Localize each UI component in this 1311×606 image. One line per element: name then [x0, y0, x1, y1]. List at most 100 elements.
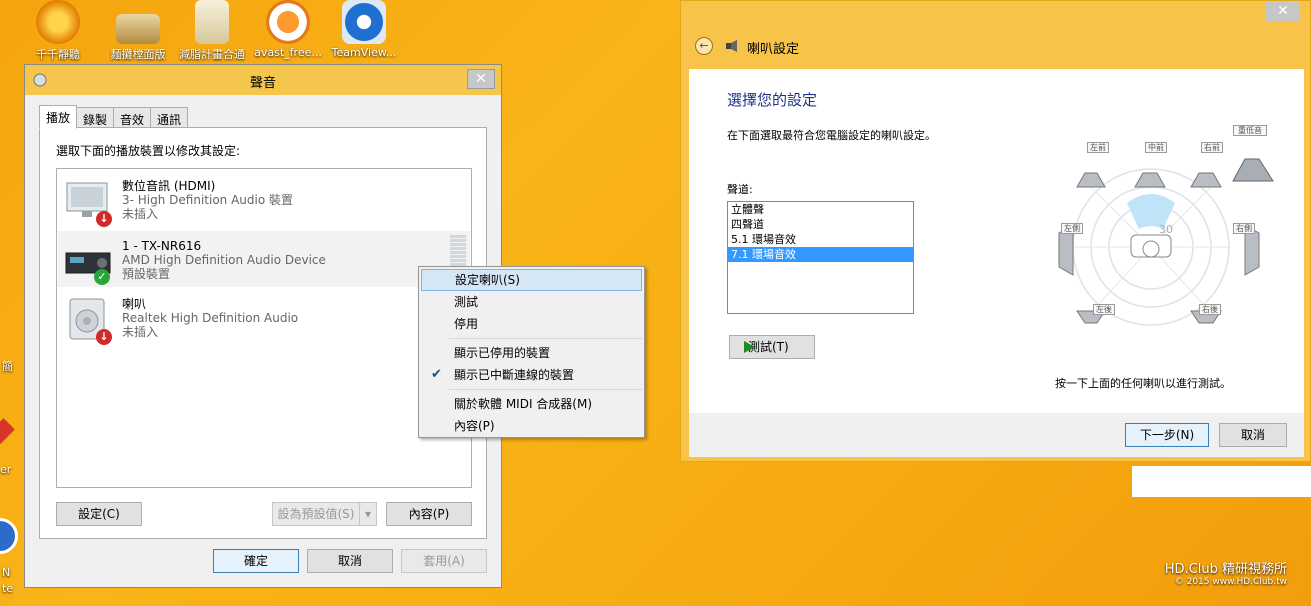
device-status: 預設裝置 [122, 267, 171, 281]
speaker-subwoofer[interactable]: 重低音 [1233, 125, 1267, 136]
device-item-speakers[interactable]: ↓ 喇叭 Realtek High Definition Audio 未插入 [58, 289, 470, 345]
watermark-line1: HD.Club 精研視務所 [1164, 562, 1287, 577]
device-name: 喇叭 [122, 297, 147, 311]
speaker-center[interactable]: 中前 [1145, 142, 1167, 153]
page-heading: 選擇您的設定 [727, 91, 818, 109]
device-status: 未插入 [122, 325, 159, 339]
menu-item-midi-about[interactable]: 關於軟體 MIDI 合成器(M) [421, 393, 642, 415]
tab-sounds[interactable]: 音效 [113, 107, 152, 129]
close-icon[interactable]: ✕ [467, 69, 495, 89]
desktop-icon-label: 減脂計畫合通 [179, 48, 245, 61]
watermark: HD.Club 精研視務所 © 2015 www.HD.Club.tw [1165, 558, 1287, 587]
menu-item-show-disconnected[interactable]: ✔ 顯示已中斷連線的裝置 [421, 364, 642, 386]
play-icon [744, 341, 755, 353]
unplugged-icon: ↓ [96, 211, 112, 227]
speaker-front-right[interactable]: 右前 [1201, 142, 1223, 153]
channel-option[interactable]: 四聲道 [728, 217, 913, 232]
menu-separator [449, 389, 642, 390]
device-driver: AMD High Definition Audio Device [122, 253, 326, 267]
menu-item-label: 顯示已中斷連線的裝置 [454, 368, 575, 382]
test-button[interactable]: 測試(T) [729, 335, 815, 359]
folder-icon [195, 0, 229, 44]
keyboard-app-icon [116, 14, 160, 44]
menu-separator [449, 338, 642, 339]
speaker-front-left[interactable]: 左前 [1087, 142, 1109, 153]
music-player-icon [36, 0, 80, 44]
playback-instruction: 選取下面的播放裝置以修改其設定: [56, 144, 241, 158]
avast-icon [266, 0, 310, 44]
device-context-menu: 設定喇叭(S) 測試 停用 顯示已停用的裝置 ✔ 顯示已中斷連線的裝置 關於軟體… [418, 266, 645, 438]
desktop-icon-qianqian[interactable]: 千千靜聽 [20, 0, 96, 62]
close-icon[interactable]: ✕ [1266, 1, 1300, 21]
set-default-dropdown[interactable]: ▾ [359, 502, 377, 526]
back-arrow-icon[interactable]: ← [695, 37, 713, 55]
tab-communications[interactable]: 通訊 [150, 107, 189, 129]
device-text: 喇叭 Realtek High Definition Audio 未插入 [122, 297, 298, 339]
speaker-subwoofer-shape [1232, 158, 1274, 182]
svg-text:30: 30 [1159, 223, 1173, 236]
device-driver: Realtek High Definition Audio [122, 311, 299, 325]
default-device-check-icon: ✓ [94, 269, 110, 285]
speaker-setup-footer: 下一步(N) 取消 [689, 413, 1304, 457]
cancel-button[interactable]: 取消 [1219, 423, 1287, 447]
set-default-button[interactable]: 設為預設值(S) [272, 502, 360, 526]
speaker-setup-content: 選擇您的設定 在下面選取最符合您電腦設定的喇叭設定。 聲道: 立體聲 四聲道 5… [689, 69, 1304, 413]
speaker-rear-right[interactable]: 右後 [1199, 304, 1221, 315]
speaker-rear-left[interactable]: 左後 [1093, 304, 1115, 315]
window-title: 喇叭設定 [747, 42, 800, 57]
desktop-icon-label: 麵攤樘面版 [110, 48, 166, 61]
ok-button[interactable]: 確定 [213, 549, 299, 573]
device-driver: 3- High Definition Audio 裝置 [122, 193, 294, 207]
tab-playback[interactable]: 播放 [39, 105, 78, 129]
channels-label: 聲道: [727, 183, 753, 196]
menu-item-disable[interactable]: 停用 [421, 313, 642, 335]
channel-option-selected[interactable]: 7.1 環場音效 [728, 247, 913, 262]
chevron-down-icon: ▾ [364, 507, 372, 521]
desktop-icon-plan[interactable]: 減脂計畫合通 [174, 0, 250, 62]
desktop-icon-avast[interactable]: avast_free... [250, 0, 326, 59]
next-button[interactable]: 下一步(N) [1125, 423, 1209, 447]
tab-strip: 播放 錄製 音效 通訊 [39, 105, 189, 129]
speaker-front-left-shape [1076, 172, 1106, 188]
desktop-icon-panel[interactable]: 麵攤樘面版 [100, 0, 176, 62]
desktop-icon-label: avast_free... [254, 46, 322, 59]
desktop-icon-label: TeamView... [331, 46, 397, 59]
channel-option[interactable]: 立體聲 [728, 202, 913, 217]
properties-button[interactable]: 內容(P) [386, 502, 472, 526]
test-hint: 按一下上面的任何喇叭以進行測試。 [1055, 377, 1231, 390]
channels-listbox[interactable]: 立體聲 四聲道 5.1 環場音效 7.1 環場音效 [727, 201, 914, 314]
menu-item-properties[interactable]: 內容(P) [421, 415, 642, 437]
watermark-line2: © 2015 www.HD.Club.tw [1174, 577, 1287, 587]
page-description: 在下面選取最符合您電腦設定的喇叭設定。 [727, 129, 936, 142]
speaker-side-right[interactable]: 右側 [1233, 223, 1255, 234]
speaker-front-right-shape [1190, 172, 1222, 188]
desktop-white-rectangle [1132, 466, 1311, 497]
cancel-button[interactable]: 取消 [307, 549, 393, 573]
channel-option[interactable]: 5.1 環場音效 [728, 232, 913, 247]
speaker-setup-window: ✕ ← 喇叭設定 選擇您的設定 在下面選取最符合您電腦設定的喇叭設定。 聲道: … [680, 0, 1311, 462]
speaker-center-shape [1134, 172, 1166, 188]
configure-button[interactable]: 設定(C) [56, 502, 142, 526]
device-name: 數位音訊 (HDMI) [122, 179, 216, 193]
desktop-icon-teamviewer[interactable]: TeamView... [326, 0, 402, 59]
desktop-edge-label: 簡 [2, 360, 13, 373]
menu-item-configure-speakers[interactable]: 設定喇叭(S) [421, 269, 642, 291]
checkmark-icon: ✔ [431, 367, 442, 382]
device-item-tx-nr616[interactable]: ✓ 1 - TX-NR616 AMD High Definition Audio… [58, 231, 470, 287]
device-item-hdmi[interactable]: ↓ 數位音訊 (HDMI) 3- High Definition Audio 裝… [58, 171, 470, 227]
desktop-edge-label: te [2, 582, 14, 595]
desktop-edge-app-icon[interactable] [0, 518, 18, 554]
speaker-side-left[interactable]: 左側 [1061, 223, 1083, 234]
desktop-edge-app-icon[interactable] [0, 418, 15, 448]
device-name: 1 - TX-NR616 [122, 239, 202, 253]
speaker-icon [726, 40, 737, 52]
apply-button[interactable]: 套用(A) [401, 549, 487, 573]
device-text: 1 - TX-NR616 AMD High Definition Audio D… [122, 239, 326, 281]
menu-item-show-disabled[interactable]: 顯示已停用的裝置 [421, 342, 642, 364]
desktop-edge-label: er [0, 463, 12, 476]
desktop-icon-label: 千千靜聽 [36, 48, 80, 61]
menu-item-test[interactable]: 測試 [421, 291, 642, 313]
sound-dialog-titlebar[interactable]: 聲音 ✕ [25, 65, 501, 95]
tab-recording[interactable]: 錄製 [76, 107, 115, 129]
device-list[interactable]: ↓ 數位音訊 (HDMI) 3- High Definition Audio 裝… [56, 168, 472, 488]
